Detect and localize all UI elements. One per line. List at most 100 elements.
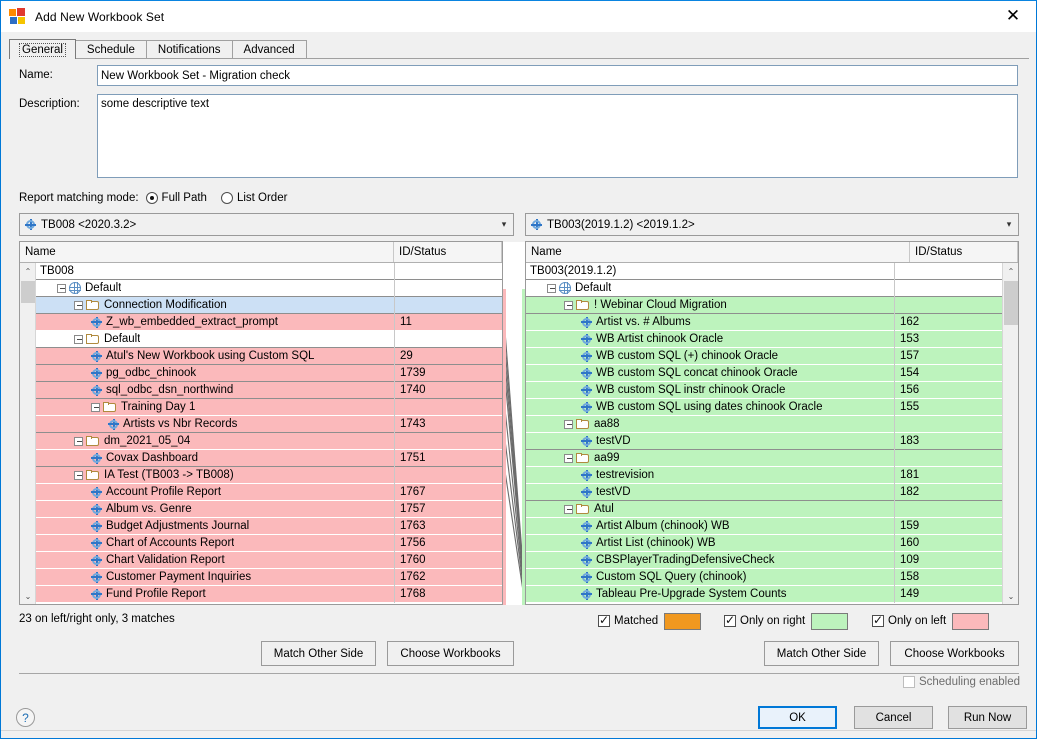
collapse-expander-icon[interactable] bbox=[74, 470, 83, 480]
help-button[interactable]: ? bbox=[16, 708, 35, 727]
tab-notifications[interactable]: Notifications bbox=[145, 40, 233, 59]
table-row[interactable]: Artist Album (chinook) WB 159 bbox=[526, 517, 1002, 535]
collapse-expander-icon[interactable] bbox=[564, 300, 573, 310]
table-row[interactable]: CBSPlayerTradingDefensiveCheck 109 bbox=[526, 551, 1002, 569]
table-row[interactable]: Artists vs Nbr Records 1743 bbox=[36, 415, 502, 433]
choose-workbooks-button-right[interactable]: Choose Workbooks bbox=[890, 641, 1019, 666]
table-row[interactable]: Training Day 1 bbox=[36, 398, 502, 416]
match-other-side-button-right[interactable]: Match Other Side bbox=[764, 641, 879, 666]
tree-row-name-cell: Artist List (chinook) WB bbox=[526, 537, 894, 549]
collapse-expander-icon[interactable] bbox=[74, 436, 83, 446]
tree-row-id-status: 156 bbox=[894, 381, 1002, 399]
table-row[interactable]: Default bbox=[526, 279, 1002, 297]
table-row[interactable]: Account Profile Report 1767 bbox=[36, 483, 502, 501]
vertical-scrollbar-left[interactable]: ⌃ ⌄ bbox=[20, 263, 36, 604]
legend-matched-checkbox[interactable] bbox=[598, 613, 610, 627]
scroll-up-icon[interactable]: ⌃ bbox=[1003, 263, 1018, 280]
table-row[interactable]: WB custom SQL instr chinook Oracle 156 bbox=[526, 381, 1002, 399]
close-icon[interactable]: ✕ bbox=[990, 1, 1036, 31]
table-row[interactable]: Default bbox=[36, 330, 502, 348]
table-row[interactable]: TB008 bbox=[36, 263, 502, 280]
legend-only-on-left[interactable]: Only on left bbox=[872, 612, 990, 630]
legend-matched[interactable]: Matched bbox=[598, 612, 702, 630]
column-header-name[interactable]: Name bbox=[526, 242, 910, 262]
table-row[interactable]: Artist vs. # Albums 162 bbox=[526, 313, 1002, 331]
table-row[interactable]: sql_odbc_dsn_northwind 1740 bbox=[36, 381, 502, 399]
table-row[interactable]: WB custom SQL (+) chinook Oracle 157 bbox=[526, 347, 1002, 365]
collapse-expander-icon[interactable] bbox=[564, 419, 573, 429]
legend-only-on-left-checkbox[interactable] bbox=[872, 613, 884, 627]
column-header-id-status[interactable]: ID/Status bbox=[910, 242, 1018, 262]
table-row[interactable]: pg_odbc_chinook 1739 bbox=[36, 364, 502, 382]
table-row[interactable]: testVD 182 bbox=[526, 483, 1002, 501]
table-row[interactable]: Chart of Accounts Report 1756 bbox=[36, 534, 502, 552]
scheduling-enabled-row[interactable]: Scheduling enabled bbox=[902, 674, 1020, 690]
scroll-down-icon[interactable]: ⌄ bbox=[1003, 588, 1018, 604]
tab-advanced[interactable]: Advanced bbox=[231, 40, 307, 59]
tree-row-label: aa99 bbox=[594, 452, 620, 464]
collapse-expander-icon[interactable] bbox=[564, 453, 573, 463]
table-row[interactable]: WB custom SQL using dates chinook Oracle… bbox=[526, 398, 1002, 416]
table-row[interactable]: Z_wb_embedded_extract_prompt 11 bbox=[36, 313, 502, 331]
vertical-scrollbar-right[interactable]: ⌃ ⌄ bbox=[1002, 263, 1018, 604]
table-row[interactable]: IA Test (TB003 -> TB008) bbox=[36, 466, 502, 484]
table-row[interactable]: Chart Validation Report 1760 bbox=[36, 551, 502, 569]
table-row[interactable]: Customer Payment Inquiries 1762 bbox=[36, 568, 502, 586]
folder-icon bbox=[86, 299, 100, 311]
table-row[interactable]: WB Artist chinook Oracle 153 bbox=[526, 330, 1002, 348]
collapse-expander-icon[interactable] bbox=[74, 300, 83, 310]
scrollbar-thumb[interactable] bbox=[1004, 281, 1018, 325]
tab-general[interactable]: General bbox=[9, 39, 76, 59]
legend-only-on-right[interactable]: Only on right bbox=[724, 612, 849, 630]
tab-schedule[interactable]: Schedule bbox=[74, 40, 147, 59]
run-now-button[interactable]: Run Now bbox=[948, 706, 1027, 729]
legend-only-on-right-checkbox[interactable] bbox=[724, 613, 736, 627]
description-input[interactable]: some descriptive text bbox=[97, 94, 1018, 178]
ok-button[interactable]: OK bbox=[758, 706, 837, 729]
cancel-button[interactable]: Cancel bbox=[854, 706, 933, 729]
table-row[interactable]: dm_2021_05_04 bbox=[36, 432, 502, 450]
legend-only-on-left-swatch[interactable] bbox=[952, 612, 990, 630]
table-row[interactable]: Atul bbox=[526, 500, 1002, 518]
collapse-expander-icon[interactable] bbox=[57, 283, 66, 293]
name-input[interactable] bbox=[97, 65, 1018, 86]
table-row[interactable]: testVD 183 bbox=[526, 432, 1002, 450]
match-other-side-button-left[interactable]: Match Other Side bbox=[261, 641, 376, 666]
table-row[interactable]: TB003(2019.1.2) bbox=[526, 263, 1002, 280]
legend-only-on-right-swatch[interactable] bbox=[811, 612, 849, 630]
table-row[interactable]: Custom SQL Query (chinook) 158 bbox=[526, 568, 1002, 586]
radio-list-order[interactable]: List Order bbox=[220, 191, 287, 204]
table-row[interactable]: WB custom SQL concat chinook Oracle 154 bbox=[526, 364, 1002, 382]
server-select-left[interactable]: TB008 <2020.3.2> ▾ bbox=[19, 213, 514, 236]
column-header-id-status[interactable]: ID/Status bbox=[394, 242, 502, 262]
table-row[interactable]: Budget Adjustments Journal 1763 bbox=[36, 517, 502, 535]
radio-full-path[interactable]: Full Path bbox=[145, 191, 207, 204]
scheduling-enabled-checkbox[interactable] bbox=[902, 676, 915, 688]
scroll-up-icon[interactable]: ⌃ bbox=[20, 263, 36, 280]
table-row[interactable]: Connection Modification bbox=[36, 296, 502, 314]
table-row[interactable]: Default bbox=[36, 279, 502, 297]
table-row[interactable]: ! Webinar Cloud Migration bbox=[526, 296, 1002, 314]
table-row[interactable]: aa88 bbox=[526, 415, 1002, 433]
collapse-expander-icon[interactable] bbox=[74, 334, 83, 344]
collapse-expander-icon[interactable] bbox=[91, 402, 100, 412]
table-row[interactable]: Artist List (chinook) WB 160 bbox=[526, 534, 1002, 552]
table-row[interactable]: Album vs. Genre 1757 bbox=[36, 500, 502, 518]
table-row[interactable]: Tableau Pre-Upgrade System Counts 149 bbox=[526, 585, 1002, 603]
column-header-name[interactable]: Name bbox=[20, 242, 394, 262]
collapse-expander-icon[interactable] bbox=[547, 283, 556, 293]
chevron-down-icon[interactable]: ▾ bbox=[495, 220, 513, 230]
legend-matched-swatch[interactable] bbox=[664, 612, 702, 630]
scroll-down-icon[interactable]: ⌄ bbox=[20, 588, 36, 604]
tree-row-name-cell: dm_2021_05_04 bbox=[36, 435, 394, 447]
collapse-expander-icon[interactable] bbox=[564, 504, 573, 514]
chevron-down-icon[interactable]: ▾ bbox=[1000, 220, 1018, 230]
server-select-right[interactable]: TB003(2019.1.2) <2019.1.2> ▾ bbox=[525, 213, 1019, 236]
scrollbar-thumb[interactable] bbox=[21, 281, 35, 303]
table-row[interactable]: Atul's New Workbook using Custom SQL 29 bbox=[36, 347, 502, 365]
table-row[interactable]: Covax Dashboard 1751 bbox=[36, 449, 502, 467]
choose-workbooks-button-left[interactable]: Choose Workbooks bbox=[387, 641, 514, 666]
table-row[interactable]: aa99 bbox=[526, 449, 1002, 467]
table-row[interactable]: Fund Profile Report 1768 bbox=[36, 585, 502, 603]
table-row[interactable]: testrevision 181 bbox=[526, 466, 1002, 484]
